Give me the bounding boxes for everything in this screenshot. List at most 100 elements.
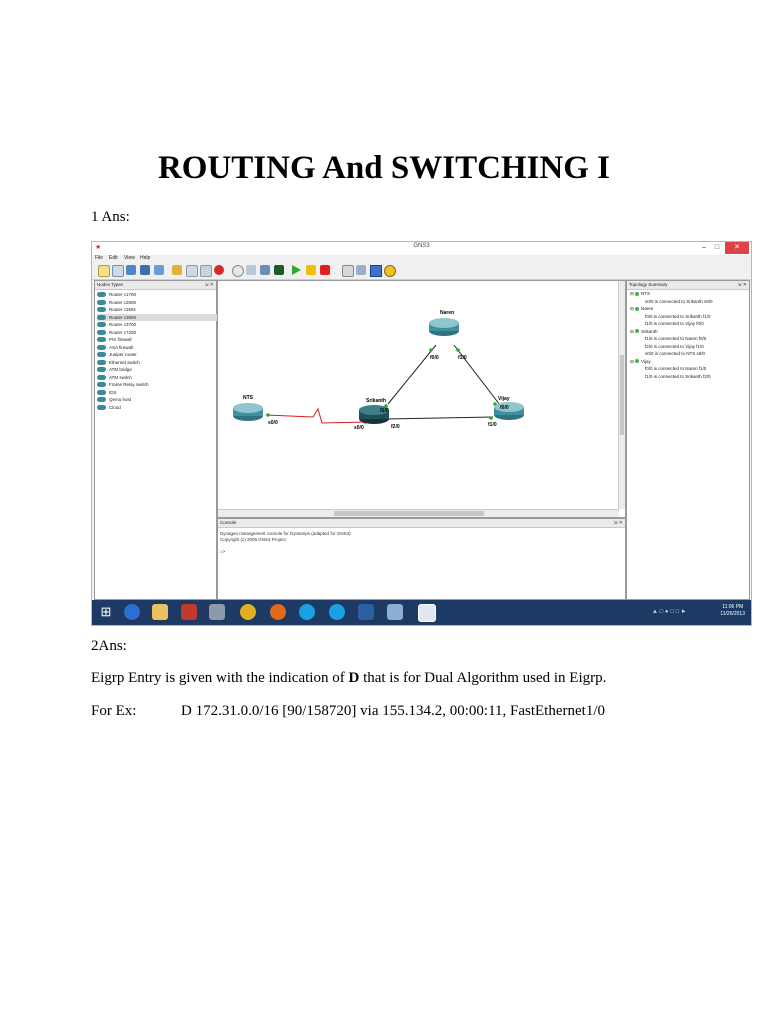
windows-start-icon[interactable]: ⊞ bbox=[98, 604, 114, 620]
chrome-icon[interactable] bbox=[240, 604, 256, 620]
node-type-item[interactable]: Router c2600 bbox=[97, 299, 136, 306]
internet-explorer-icon[interactable] bbox=[124, 604, 140, 620]
menu-help[interactable]: Help bbox=[140, 255, 150, 261]
topology-canvas[interactable]: Naren NTS Srikanth Vijay s0/0 s0/0 f0/0 … bbox=[217, 280, 626, 518]
save-icon[interactable] bbox=[140, 265, 150, 275]
ellipse-icon[interactable] bbox=[384, 265, 396, 277]
topology-node[interactable]: ⊟ Srikanth bbox=[630, 329, 658, 335]
note-icon[interactable] bbox=[342, 265, 354, 277]
restore-icon[interactable]: □ bbox=[711, 242, 723, 254]
console-float-close-icon[interactable]: ⇲ ✕ bbox=[613, 519, 623, 527]
link-naren-vijay bbox=[453, 344, 501, 406]
open-icon[interactable] bbox=[126, 265, 136, 275]
node-types-title: Nodes Types bbox=[97, 282, 124, 287]
node-type-item[interactable]: PIX firewall bbox=[97, 336, 132, 343]
node-types-header: Nodes Types ⇲ ✕ bbox=[95, 281, 216, 290]
answer-2-heading: 2Ans: bbox=[91, 638, 127, 654]
node-type-item[interactable]: Cloud bbox=[97, 404, 121, 411]
node-type-item[interactable]: Ethernet switch bbox=[97, 359, 140, 366]
topology-float-close-icon[interactable]: ⇲ ✕ bbox=[737, 281, 747, 289]
node-type-label: Juniper router bbox=[109, 352, 137, 357]
link-icon[interactable] bbox=[200, 265, 212, 277]
menu-edit[interactable]: Edit bbox=[109, 255, 118, 261]
node-type-item[interactable]: ATM bridge bbox=[97, 366, 132, 373]
node-type-item[interactable]: ASA firewall bbox=[97, 344, 133, 351]
new-project-icon[interactable] bbox=[98, 265, 110, 277]
router-node-icon bbox=[97, 404, 106, 410]
node-type-item[interactable]: Router c1700 bbox=[97, 291, 136, 298]
clock-time: 11:06 PM bbox=[722, 604, 744, 610]
console-icon[interactable] bbox=[274, 265, 284, 275]
node-type-label: ATM switch bbox=[109, 374, 132, 380]
network-app-icon[interactable] bbox=[387, 604, 403, 620]
window-app-icon[interactable] bbox=[418, 604, 436, 622]
port-label: f0/0 bbox=[500, 405, 509, 411]
menu-file[interactable]: File bbox=[95, 255, 103, 261]
node-type-label: ATM bridge bbox=[109, 367, 132, 372]
router-node-icon bbox=[97, 397, 106, 403]
save-as-icon[interactable] bbox=[154, 265, 164, 275]
node-type-item[interactable]: ATM switch bbox=[97, 374, 132, 381]
node-type-item[interactable]: Juniper router bbox=[97, 351, 137, 358]
horizontal-scrollbar[interactable] bbox=[218, 509, 619, 517]
node-type-item[interactable]: Frame Relay switch bbox=[97, 381, 149, 388]
skype-second-icon[interactable] bbox=[329, 604, 345, 620]
window-title: GNS3 bbox=[413, 243, 430, 249]
clock-icon[interactable] bbox=[232, 265, 244, 277]
topology-node-label: NTS bbox=[641, 291, 651, 296]
topology-node[interactable]: ⊟ Naren bbox=[630, 306, 653, 312]
node-type-label: IDS bbox=[109, 389, 117, 395]
panel-float-close-icon[interactable]: ⇲ ✕ bbox=[204, 281, 214, 289]
office-app-icon[interactable] bbox=[181, 604, 197, 620]
node-type-label: Router c1700 bbox=[109, 292, 137, 297]
console-panel: Console ⇲ ✕ Dynagen management console f… bbox=[217, 518, 626, 600]
terminal-icon[interactable] bbox=[260, 265, 270, 275]
port-label: s0/0 bbox=[268, 420, 278, 426]
menu-bar: File Edit View Help bbox=[92, 255, 751, 263]
console-line: Dynagen management console for Dynamips … bbox=[220, 531, 351, 536]
pause-icon[interactable] bbox=[306, 265, 316, 275]
node-type-item[interactable]: Router c3700 bbox=[97, 321, 136, 328]
node-type-item[interactable]: Router c2691 bbox=[97, 306, 136, 313]
vertical-scrollbar[interactable] bbox=[618, 281, 625, 509]
capture-icon[interactable] bbox=[246, 265, 256, 275]
topology-link: f1/0 is connected to Naren f0/0 bbox=[645, 336, 707, 341]
skype-icon[interactable] bbox=[299, 604, 315, 620]
node-type-item[interactable]: Router c3600 bbox=[97, 313, 217, 321]
console-prompt[interactable]: => bbox=[220, 549, 225, 554]
port-label: f1/0 bbox=[488, 422, 497, 428]
topology-summary-title: Topology Summary bbox=[629, 282, 668, 287]
gns3-task-icon[interactable] bbox=[209, 604, 225, 620]
select-icon[interactable] bbox=[186, 265, 198, 277]
start-icon[interactable] bbox=[292, 265, 301, 275]
firefox-icon[interactable] bbox=[270, 604, 286, 620]
close-icon[interactable]: ✕ bbox=[725, 242, 749, 254]
menu-view[interactable]: View bbox=[124, 255, 135, 261]
node-type-label: Frame Relay switch bbox=[109, 382, 149, 387]
router-node-icon bbox=[97, 292, 106, 298]
node-type-item[interactable]: Router c7200 bbox=[97, 329, 136, 336]
router-node-icon bbox=[97, 337, 106, 343]
stop-icon[interactable] bbox=[320, 265, 330, 275]
router-node-icon bbox=[97, 329, 106, 335]
picture-icon[interactable] bbox=[356, 265, 366, 275]
router-node-icon bbox=[97, 299, 106, 305]
router-naren-icon bbox=[429, 318, 459, 336]
brush-icon[interactable] bbox=[172, 265, 182, 275]
router-node-icon bbox=[97, 374, 106, 380]
port-label: f1/0 bbox=[380, 408, 389, 414]
file-explorer-icon[interactable] bbox=[152, 604, 168, 620]
snapshot-icon[interactable] bbox=[112, 265, 124, 277]
node-type-item[interactable]: IDS bbox=[97, 389, 117, 396]
node-type-label: Router c2600 bbox=[109, 299, 137, 305]
system-tray-icons[interactable]: ▲ □ ● □ □ ► bbox=[652, 609, 687, 615]
topology-node[interactable]: ⊟ NTS bbox=[630, 291, 650, 297]
minimize-icon[interactable]: – bbox=[698, 242, 710, 254]
weather-app-icon[interactable] bbox=[358, 604, 374, 620]
topology-node[interactable]: ⊟ Vijay bbox=[630, 359, 651, 365]
node-type-item[interactable]: Qemu host bbox=[97, 396, 131, 403]
rectangle-icon[interactable] bbox=[370, 265, 382, 277]
router-node-icon bbox=[97, 344, 106, 350]
router-node-icon bbox=[97, 382, 106, 388]
stop-link-icon[interactable] bbox=[214, 265, 224, 275]
